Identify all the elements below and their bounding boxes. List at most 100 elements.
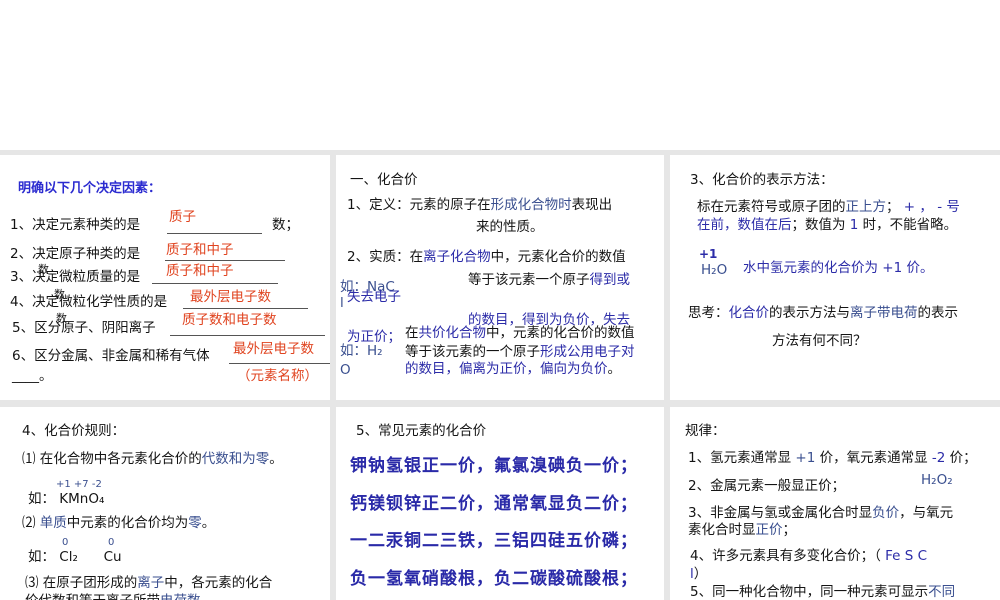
section-heading: 一、化合价 xyxy=(350,172,418,188)
highlighted-text-run: -2 xyxy=(931,450,946,466)
panel-valence-notation: 3、化合价的表示方法： 标在元素符号或原子团的正上方； + ， - 号 在前，数… xyxy=(670,155,1000,400)
text-run: 。 xyxy=(607,361,622,377)
text-run: 在 xyxy=(405,325,419,341)
rule-2: ⑵ 单质中元素的化合价均为零。 xyxy=(22,515,215,532)
highlighted-text-run: 正上方 xyxy=(845,199,887,215)
section-heading: 5、常见元素的化合价 xyxy=(356,423,487,439)
highlighted-text-run: 正价 xyxy=(755,522,783,538)
text-run: 素化合时显 xyxy=(688,522,756,538)
text-run: 1、定义：元素的原子在 xyxy=(347,197,491,213)
text-run: ，与氧元 xyxy=(899,505,954,521)
definition-line: 1、定义：元素的原子在形成化合物时表现出 xyxy=(347,197,612,214)
highlighted-text-run: 电荷数 xyxy=(160,593,201,600)
line-5-answer: 质子数和电子数 xyxy=(182,312,277,328)
highlighted-text-run: + ， - 号 xyxy=(903,199,960,215)
text-run: 标在元素符号或原子团的 xyxy=(697,199,846,215)
answer-blank xyxy=(183,308,308,309)
section-heading: 4、化合价规则： xyxy=(22,423,126,439)
text-run: ） xyxy=(693,566,708,582)
text-run: ； xyxy=(886,199,904,215)
text-run: 价； xyxy=(945,450,977,466)
highlighted-text-run: 单质 xyxy=(39,515,67,531)
rhyme-line: 一二汞铜二三铁，三铝四硅五价磷； xyxy=(350,531,638,551)
text-run: 时，不能省略。 xyxy=(858,217,958,233)
overlap-char: 数 xyxy=(56,312,67,325)
panel-valence-definition: 一、化合价 1、定义：元素的原子在形成化合物时表现出 来的性质。 2、实质：在离… xyxy=(336,155,664,400)
formula-h2o2: H₂O₂ xyxy=(921,472,953,488)
line-5-label: 5、区分原子、阴阳离子 xyxy=(12,320,156,336)
highlighted-text-run: +1 xyxy=(795,450,816,466)
pattern-1: 1、氢元素通常显 +1 价，氧元素通常显 -2 价； xyxy=(688,450,977,467)
pattern-3: 3、非金属与氢或金属化合时显负价，与氧元 xyxy=(688,505,953,522)
text-run: 中，元素的化合价的数值 xyxy=(486,325,635,341)
text-run: 5、同一种化合物中，同一种元素可显示 xyxy=(690,584,929,600)
line-1-label: 1、决定元素种类的是 xyxy=(10,217,141,233)
rule-1: ⑴ 在化合物中各元素化合价的代数和为零。 xyxy=(22,451,283,468)
text-run: 等于该元素的一个原子 xyxy=(405,344,540,360)
formula-note: 水中氢元素的化合价为 +1 价。 xyxy=(743,260,934,276)
line-2-label: 2、决定原子种类的是 xyxy=(10,246,141,262)
text-run: 中元素的化合价均为 xyxy=(66,515,189,531)
pattern-4-cont: l） xyxy=(690,566,707,583)
text-run: 等于该元素一个原子 xyxy=(468,272,590,288)
text-run: 价代数和等于离子所带 xyxy=(25,593,160,600)
answer-blank xyxy=(229,363,330,364)
pattern-2: 2、金属元素一般显正价； xyxy=(688,478,845,495)
think-line-cont: 方法有何不同？ xyxy=(772,333,867,349)
text-run: 2、金属元素一般显正价； xyxy=(688,478,846,494)
panel-patterns: 规律： 1、氢元素通常显 +1 价，氧元素通常显 -2 价； 2、金属元素一般显… xyxy=(670,407,1000,600)
line-4-answer: 最外层电子数 xyxy=(190,289,271,305)
section-heading: 3、化合价的表示方法： xyxy=(690,172,834,188)
pattern-4: 4、许多元素具有多变化合价；（ Fe S C xyxy=(690,548,927,565)
text-run: ⑴ 在化合物中各元素化合价的 xyxy=(22,451,202,467)
charge-label: +1 xyxy=(699,247,718,261)
highlighted-text-run: 化合价 xyxy=(728,305,770,321)
pattern-3-cont: 素化合时显正价； xyxy=(688,522,796,539)
essence-line-cont: 失去电子 xyxy=(347,289,401,306)
text-run: 思考： xyxy=(688,305,729,321)
highlighted-text-run: 离子化合物 xyxy=(423,249,491,265)
line-3-label: 3、决定微粒质量的是 xyxy=(10,269,141,285)
section-heading: 规律： xyxy=(685,423,726,439)
overlap-char: 数 xyxy=(38,263,49,276)
line-3-answer: 质子和中子 xyxy=(166,263,234,279)
text-run: 中，元素化合价的数值 xyxy=(490,249,626,265)
panel-title: 明确以下几个决定因素： xyxy=(18,181,162,196)
covalent-line: 在共价化合物中，元素的化合价的数值 xyxy=(405,325,635,342)
answer-blank xyxy=(152,283,278,284)
text-run: 中，各元素的化合 xyxy=(164,575,273,591)
text-run: ⑶ 在原子团形成的 xyxy=(25,575,138,591)
formula-h2o: H₂O xyxy=(701,262,728,278)
highlighted-text-run: 的数目，偏离为正价，偏向为负价 xyxy=(405,361,608,377)
line-1-answer: 质子 xyxy=(169,209,196,225)
text-run: ⑵ xyxy=(22,515,40,531)
panel-valence-rules: 4、化合价规则： ⑴ 在化合物中各元素化合价的代数和为零。 +1 +7 -2 如… xyxy=(0,407,330,600)
rhyme-line: 负一氢氧硝酸根，负二碳酸硫酸根； xyxy=(350,569,638,589)
text-run: 4、许多元素具有多变化合价；（ xyxy=(690,548,886,564)
rule-3-cont: 价代数和等于离子所带电荷数 xyxy=(25,593,201,600)
highlighted-text-run: 不同 xyxy=(928,584,956,600)
line-1-suffix: 数； xyxy=(272,217,299,233)
overlap-char: 数 xyxy=(54,288,65,301)
text-run: 1、氢元素通常显 xyxy=(688,450,796,466)
highlighted-text-run: 离子带电荷 xyxy=(850,305,918,321)
example-h2o: 如：H₂ xyxy=(340,343,383,359)
notation-line: 标在元素符号或原子团的正上方； + ， - 号 xyxy=(697,199,960,216)
essence-line: 2、实质：在离子化合物中，元素化合价的数值 xyxy=(347,249,626,266)
highlighted-text-run: 离子 xyxy=(137,575,165,591)
text-run: 。 xyxy=(201,515,216,531)
essence-line-cont: 等于该元素一个原子得到或 xyxy=(468,272,630,289)
notation-line-cont: 在前，数值在后；数值为 1 时，不能省略。 xyxy=(697,217,957,234)
rule-2-example: 如： Cl₂ Cu xyxy=(28,549,122,565)
think-line: 思考：化合价的表示方法与离子带电荷的表示 xyxy=(688,305,958,322)
panel-determining-factors: 明确以下几个决定因素： 1、决定元素种类的是 质子 数； 2、决定原子种类的是 … xyxy=(0,155,330,400)
answer-blank xyxy=(167,233,262,234)
line-6-label: 6、区分金属、非金属和稀有气体 xyxy=(12,348,210,364)
highlighted-text-run: 共价化合物 xyxy=(418,325,487,341)
answer-blank xyxy=(170,335,325,336)
example-h2o-cont: O xyxy=(340,362,351,378)
text-run: 来的性质。 xyxy=(476,219,544,235)
blank-header-area xyxy=(0,0,1000,150)
text-run: 2、实质：在 xyxy=(347,249,424,265)
definition-line-cont: 来的性质。 xyxy=(476,219,544,236)
